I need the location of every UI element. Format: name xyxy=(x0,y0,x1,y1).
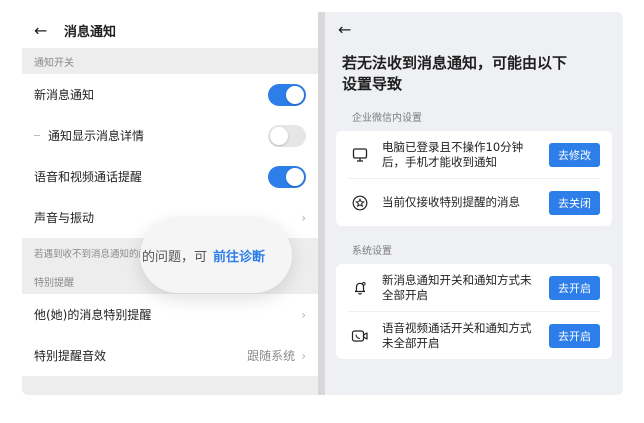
diagnosis-panel: ← 若无法收到消息通知，可能由以下 设置导致 企业微信内设置 电脑已登录且不操作… xyxy=(325,12,623,395)
left-header: ← 消息通知 xyxy=(22,12,318,48)
list-item: 新消息通知开关和通知方式未 全部开启 去开启 xyxy=(336,264,612,311)
chevron-right-icon: › xyxy=(301,307,306,322)
go-enable-button[interactable]: 去开启 xyxy=(549,323,600,348)
new-message-toggle[interactable] xyxy=(268,83,306,106)
title-line-2: 设置导致 xyxy=(342,75,403,93)
item-text-line: 未全部开启 xyxy=(382,335,440,350)
go-modify-button[interactable]: 去修改 xyxy=(549,142,600,167)
diagnose-magnifier-bubble[interactable]: 的问题，可 前往诊断 xyxy=(140,217,292,293)
item-text: 语音视频通话开关和通知方式 未全部开启 xyxy=(382,321,549,351)
item-text-line: 后，手机才能收到通知 xyxy=(382,154,497,169)
star-circle-icon xyxy=(350,193,370,213)
app-frame: ← 消息通知 通知开关 新消息通知 通知显示消息详情 语音和视频通话提醒 声音与… xyxy=(22,12,623,395)
video-call-icon xyxy=(350,326,370,346)
title-line-1: 若无法收到消息通知，可能由以下 xyxy=(342,54,568,72)
show-details-toggle[interactable] xyxy=(268,124,306,147)
list-item: 语音视频通话开关和通知方式 未全部开启 去开启 xyxy=(336,312,612,359)
row-label: 声音与振动 xyxy=(34,211,95,225)
item-text-line: 语音视频通话开关和通知方式 xyxy=(382,320,532,335)
wechat-settings-card: 电脑已登录且不操作10分钟 后，手机才能收到通知 去修改 当前仅接收特别提醒的消… xyxy=(336,131,612,226)
item-text: 新消息通知开关和通知方式未 全部开启 xyxy=(382,273,549,303)
special-sound-value: 跟随系统 xyxy=(247,349,296,363)
diagnosis-title: 若无法收到消息通知，可能由以下 设置导致 xyxy=(336,53,612,95)
row-show-details[interactable]: 通知显示消息详情 xyxy=(22,115,318,156)
bell-icon xyxy=(350,278,370,298)
row-label: 新消息通知 xyxy=(34,88,95,102)
row-label: 通知显示消息详情 xyxy=(48,129,145,143)
row-label-wrap: 通知显示消息详情 xyxy=(34,127,144,144)
item-text-line: 新消息通知开关和通知方式未 xyxy=(382,272,532,287)
monitor-icon xyxy=(350,145,370,165)
panel-divider xyxy=(318,12,325,395)
page-title: 消息通知 xyxy=(64,24,117,40)
item-text-line: 电脑已登录且不操作10分钟 xyxy=(382,139,524,154)
row-special-reminder[interactable]: 他(她)的消息特别提醒 › xyxy=(22,294,318,335)
call-reminder-toggle[interactable] xyxy=(268,165,306,188)
go-enable-button[interactable]: 去开启 xyxy=(549,275,600,300)
bubble-text: 的问题，可 xyxy=(142,249,208,265)
row-new-message[interactable]: 新消息通知 xyxy=(22,74,318,115)
item-text: 当前仅接收特别提醒的消息 xyxy=(382,195,549,210)
row-special-sound[interactable]: 特别提醒音效 跟随系统 › xyxy=(22,335,318,376)
item-text: 电脑已登录且不操作10分钟 后，手机才能收到通知 xyxy=(382,140,549,170)
row-label: 他(她)的消息特别提醒 xyxy=(34,308,152,322)
arrow-left-icon[interactable]: ← xyxy=(336,12,612,46)
go-diagnose-link[interactable]: 前往诊断 xyxy=(213,246,265,265)
row-label: 语音和视频通话提醒 xyxy=(34,170,143,184)
chevron-right-icon: › xyxy=(301,348,306,363)
arrow-left-icon[interactable]: ← xyxy=(34,21,56,40)
notification-settings-panel: ← 消息通知 通知开关 新消息通知 通知显示消息详情 语音和视频通话提醒 声音与… xyxy=(22,12,318,395)
indent-dash xyxy=(34,135,40,136)
row-call-reminder[interactable]: 语音和视频通话提醒 xyxy=(22,156,318,197)
section-system-settings: 系统设置 xyxy=(352,245,392,257)
section-wechat-settings: 企业微信内设置 xyxy=(352,112,422,124)
chevron-right-icon: › xyxy=(301,210,306,225)
item-text-line: 当前仅接收特别提醒的消息 xyxy=(382,195,520,209)
go-close-button[interactable]: 去关闭 xyxy=(549,190,600,215)
item-text-line: 全部开启 xyxy=(382,287,428,302)
list-item: 当前仅接收特别提醒的消息 去关闭 xyxy=(336,179,612,226)
row-label: 特别提醒音效 xyxy=(34,349,107,363)
special-sound-value-wrap: 跟随系统 › xyxy=(247,347,306,364)
section-label-switch: 通知开关 xyxy=(34,57,74,69)
system-settings-card: 新消息通知开关和通知方式未 全部开启 去开启 语音视频通话开关和通知方式 未全部… xyxy=(336,264,612,359)
list-item: 电脑已登录且不操作10分钟 后，手机才能收到通知 去修改 xyxy=(336,131,612,178)
